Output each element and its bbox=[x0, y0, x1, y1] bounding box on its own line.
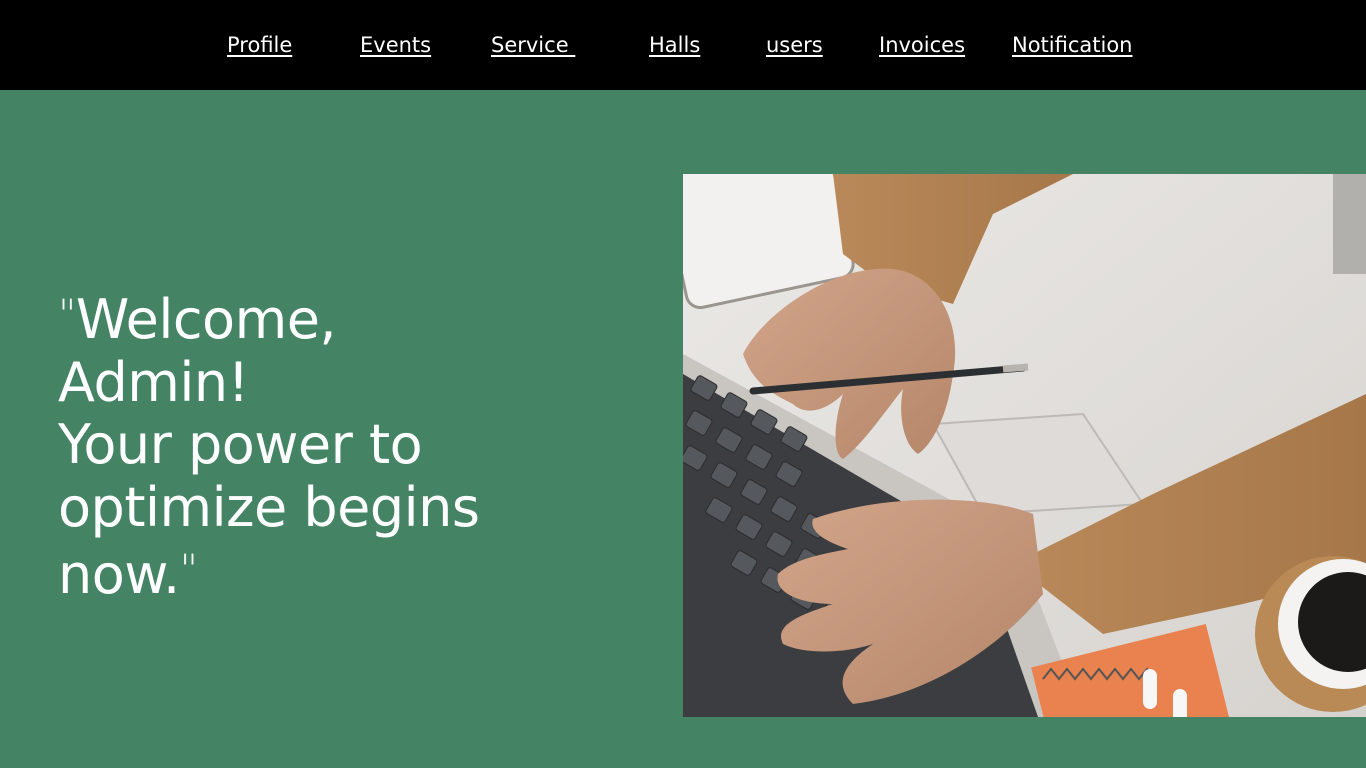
top-navbar: Profile Events Service Halls users Invoi… bbox=[0, 0, 1366, 90]
nav-link-halls[interactable]: Halls bbox=[649, 31, 700, 59]
nav-link-invoices[interactable]: Invoices bbox=[879, 31, 965, 59]
welcome-line-5: now." bbox=[58, 539, 618, 607]
hero-photo-laptop-typing bbox=[683, 174, 1366, 717]
welcome-line-1: "Welcome, bbox=[58, 284, 618, 352]
close-quote: " bbox=[179, 547, 198, 593]
nav-link-users[interactable]: users bbox=[766, 31, 823, 59]
welcome-line-2: Admin! bbox=[58, 350, 249, 414]
nav-link-service[interactable]: Service bbox=[491, 31, 575, 59]
welcome-heading: "Welcome, Admin! Your power to optimize … bbox=[58, 284, 618, 607]
welcome-line-3: Your power to bbox=[58, 413, 423, 476]
nav-link-events[interactable]: Events bbox=[360, 31, 431, 59]
welcome-line-4: optimize begins bbox=[58, 475, 480, 539]
open-quote: " bbox=[58, 292, 76, 338]
welcome-word: Welcome, bbox=[75, 288, 337, 351]
nav-link-profile[interactable]: Profile bbox=[227, 31, 292, 59]
welcome-last-word: now. bbox=[58, 543, 180, 606]
nav-link-notification[interactable]: Notification bbox=[1012, 31, 1133, 59]
